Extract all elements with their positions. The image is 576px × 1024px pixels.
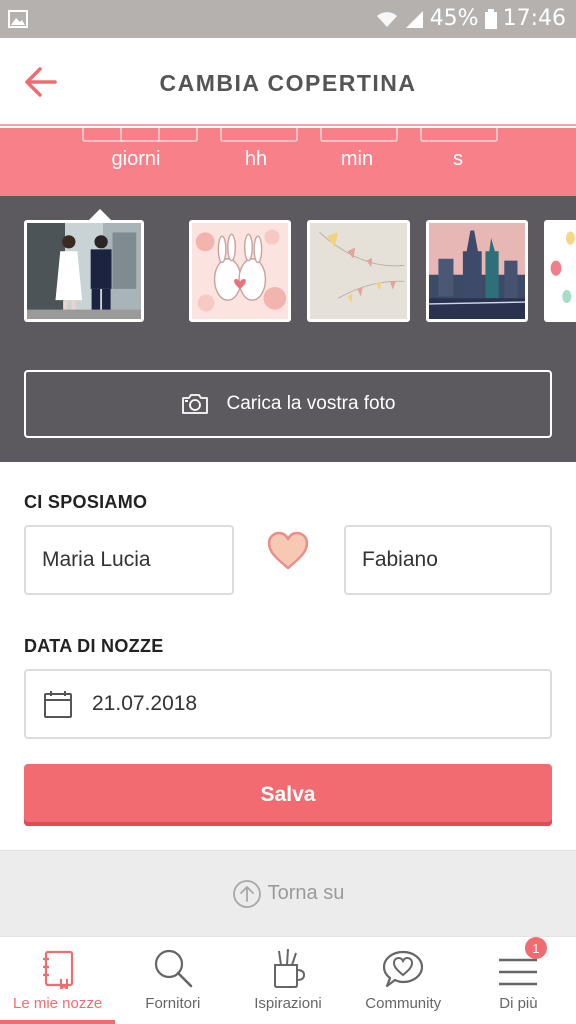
countdown-box-seconds [420, 128, 498, 142]
countdown-unit-hours: hh [244, 148, 268, 170]
arrow-up-circle-icon [232, 879, 261, 908]
upload-photo-label: Carica la vostra foto [226, 393, 396, 414]
nav-item-di-piu[interactable]: Di più 1 [461, 937, 576, 1024]
gallery-notification-icon [8, 10, 28, 28]
countdown-unit-days: giorni [111, 148, 161, 170]
status-time: 17:46 [502, 6, 566, 31]
signal-icon [405, 10, 423, 28]
notebook-icon [42, 950, 73, 989]
cover-thumbnail-bunnies-illustration[interactable] [189, 220, 291, 322]
search-icon [154, 949, 193, 988]
upload-band: Carica la vostra foto [0, 346, 576, 462]
page-title: CAMBIA COPERTINA [159, 70, 417, 96]
pencil-cup-icon [274, 948, 306, 988]
nav-item-fornitori[interactable]: Fornitori [115, 937, 230, 1024]
chat-heart-icon [383, 950, 424, 988]
menu-icon [499, 958, 538, 986]
nav-label-le-mie-nozze: Le mie nozze [12, 995, 103, 1012]
cover-thumbnail-balloons[interactable] [544, 220, 576, 322]
countdown-unit-seconds: s [453, 148, 463, 170]
app-header: CAMBIA COPERTINA [0, 38, 576, 126]
battery-percent: 45% [429, 6, 479, 31]
cover-thumbnail-city-skyline[interactable] [426, 220, 528, 322]
countdown-band: giorni hh min s [0, 128, 576, 196]
countdown-box-divider [120, 128, 160, 142]
cover-picker[interactable] [0, 196, 576, 346]
nav-label-ispirazioni: Ispirazioni [254, 995, 322, 1012]
save-button[interactable]: Salva [24, 764, 552, 826]
nav-label-di-piu: Di più [499, 995, 538, 1012]
wifi-icon [376, 11, 397, 27]
countdown-unit-minutes: min [340, 148, 374, 170]
partner1-name-field[interactable]: Maria Lucia [24, 525, 234, 595]
heart-icon [267, 531, 309, 570]
notification-badge: 1 [524, 937, 547, 959]
status-bar: 45% 17:46 [0, 0, 576, 38]
nav-item-le-mie-nozze[interactable]: Le mie nozze [0, 937, 116, 1024]
wedding-date-value: 21.07.2018 [92, 692, 198, 715]
wedding-date-label: DATA DI NOZZE [24, 636, 164, 656]
bottom-navigation: Le mie nozze Fornitori Ispirazioni Commu… [0, 936, 576, 1024]
nav-label-fornitori: Fornitori [145, 995, 201, 1012]
nav-item-ispirazioni[interactable]: Ispirazioni [230, 937, 345, 1024]
calendar-icon [44, 691, 72, 718]
battery-icon [484, 8, 497, 29]
couple-section-label: CI SPOSIAMO [24, 492, 148, 512]
camera-icon [181, 394, 208, 414]
back-to-top-button[interactable]: Torna su [0, 850, 576, 936]
partner2-name-field[interactable]: Fabiano [344, 525, 552, 595]
selected-cover-pointer [89, 209, 111, 220]
nav-item-community[interactable]: Community [346, 937, 461, 1024]
countdown-box-hours [220, 128, 298, 142]
countdown-box-minutes [320, 128, 398, 142]
upload-photo-button[interactable]: Carica la vostra foto [24, 370, 552, 438]
back-to-top-label: Torna su [267, 882, 345, 904]
cover-thumbnail-couple-photo[interactable] [24, 220, 144, 322]
nav-label-community: Community [365, 995, 442, 1012]
wedding-date-field[interactable]: 21.07.2018 [24, 669, 552, 739]
cover-thumbnail-bunting-flags[interactable] [307, 220, 410, 322]
